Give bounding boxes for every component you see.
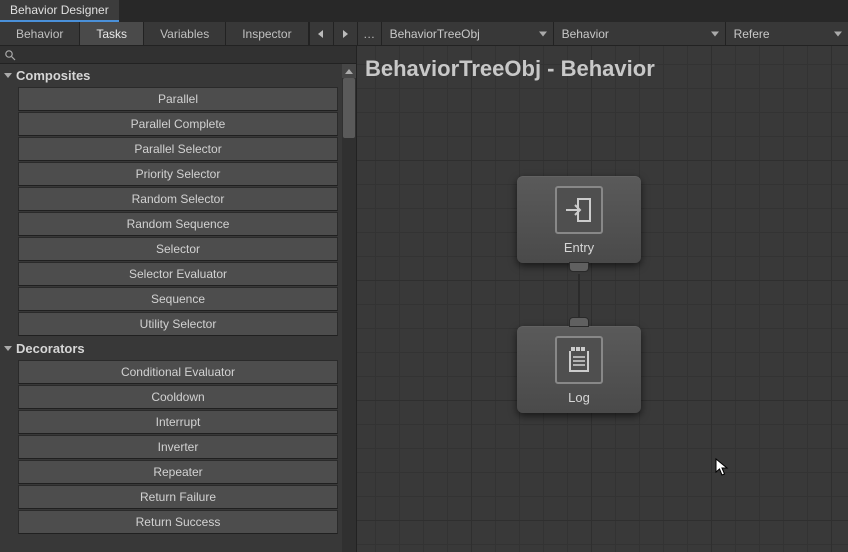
window-tab-strip: Behavior Designer <box>0 0 848 22</box>
nav-next-button[interactable] <box>333 22 357 46</box>
task-priority-selector[interactable]: Priority Selector <box>18 162 338 186</box>
task-selector[interactable]: Selector <box>18 237 338 261</box>
task-conditional-evaluator[interactable]: Conditional Evaluator <box>18 360 338 384</box>
task-interrupt[interactable]: Interrupt <box>18 410 338 434</box>
behavior-selector[interactable]: Behavior <box>553 22 725 46</box>
task-return-failure[interactable]: Return Failure <box>18 485 338 509</box>
search-icon <box>4 49 16 61</box>
canvas-title: BehaviorTreeObj - Behavior <box>365 56 655 82</box>
options-button[interactable]: … <box>357 22 381 46</box>
entry-icon <box>555 186 603 234</box>
tree-selector[interactable]: BehaviorTreeObj <box>381 22 553 46</box>
node-port-in[interactable] <box>569 317 589 327</box>
task-list: Composites Parallel Parallel Complete Pa… <box>0 64 356 552</box>
node-log[interactable]: Log <box>517 326 641 413</box>
task-cooldown[interactable]: Cooldown <box>18 385 338 409</box>
task-selector-evaluator[interactable]: Selector Evaluator <box>18 262 338 286</box>
tab-inspector[interactable]: Inspector <box>226 22 308 45</box>
task-sequence[interactable]: Sequence <box>18 287 338 311</box>
node-entry[interactable]: Entry <box>517 176 641 263</box>
task-repeater[interactable]: Repeater <box>18 460 338 484</box>
task-parallel-selector[interactable]: Parallel Selector <box>18 137 338 161</box>
scrollbar-up-button[interactable] <box>342 64 356 78</box>
log-icon <box>555 336 603 384</box>
scrollbar-track[interactable] <box>342 64 356 552</box>
node-port-out[interactable] <box>569 262 589 272</box>
category-header-composites[interactable]: Composites <box>0 64 342 86</box>
graph-canvas[interactable]: BehaviorTreeObj - Behavior Entry <box>357 46 848 552</box>
task-parallel[interactable]: Parallel <box>18 87 338 111</box>
task-panel: Composites Parallel Parallel Complete Pa… <box>0 46 357 552</box>
task-return-success[interactable]: Return Success <box>18 510 338 534</box>
window-tab-behavior-designer[interactable]: Behavior Designer <box>0 0 119 22</box>
node-label: Entry <box>564 240 594 255</box>
panel-tabs-row: Behavior Tasks Variables Inspector … Beh… <box>0 22 848 46</box>
node-label: Log <box>568 390 590 405</box>
task-parallel-complete[interactable]: Parallel Complete <box>18 112 338 136</box>
tab-tasks[interactable]: Tasks <box>80 22 144 45</box>
category-header-decorators[interactable]: Decorators <box>0 337 342 359</box>
canvas-toolbar: … BehaviorTreeObj Behavior Refere <box>309 22 848 45</box>
search-row <box>0 46 356 64</box>
nav-prev-button[interactable] <box>309 22 333 46</box>
task-random-selector[interactable]: Random Selector <box>18 187 338 211</box>
task-random-sequence[interactable]: Random Sequence <box>18 212 338 236</box>
task-utility-selector[interactable]: Utility Selector <box>18 312 338 336</box>
referenced-selector[interactable]: Refere <box>725 22 848 46</box>
tab-variables[interactable]: Variables <box>144 22 226 45</box>
search-input[interactable] <box>18 48 352 62</box>
tab-behavior[interactable]: Behavior <box>0 22 80 45</box>
task-inverter[interactable]: Inverter <box>18 435 338 459</box>
scrollbar-thumb[interactable] <box>343 78 355 138</box>
canvas-grid <box>357 46 848 552</box>
